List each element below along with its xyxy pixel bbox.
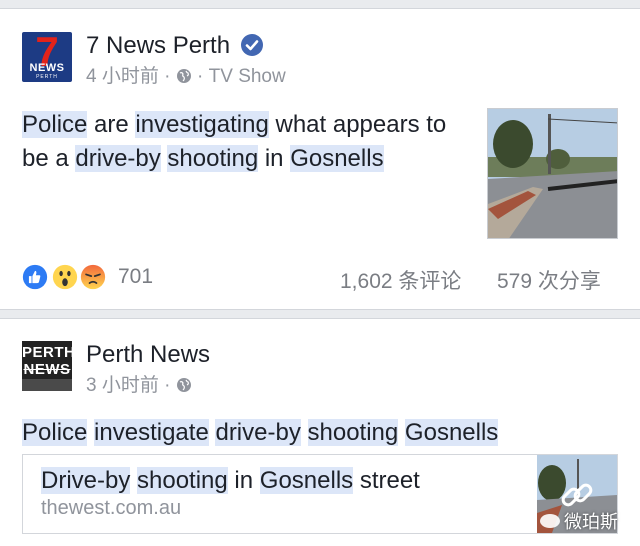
globe-icon xyxy=(176,378,191,392)
highlighted-word: drive-by xyxy=(215,419,301,446)
like-reaction-icon xyxy=(20,262,50,292)
watermark: 微珀斯 xyxy=(540,508,618,534)
logo-perth-text: PERTH xyxy=(22,344,72,361)
watermark-text: 微珀斯 xyxy=(564,512,618,532)
share-count[interactable]: 579 次分享 xyxy=(497,265,601,295)
highlighted-word: Drive-by xyxy=(41,467,131,494)
post-text-2: Police investigate drive-by shooting Gos… xyxy=(22,416,499,450)
text-span xyxy=(301,419,308,446)
post-meta-2: 3 小时前 · xyxy=(86,370,192,397)
street-photo xyxy=(488,109,617,238)
text-span: are xyxy=(87,111,136,138)
verified-badge-icon xyxy=(241,34,263,56)
wow-reaction-icon xyxy=(50,262,80,292)
highlighted-word: shooting xyxy=(137,467,228,494)
post-time[interactable]: 3 小时前 xyxy=(86,375,159,396)
post-time[interactable]: 4 小时前 xyxy=(86,66,159,87)
highlighted-word: Gosnells xyxy=(404,419,499,446)
page-avatar-perthnews[interactable]: PERTH NEWS xyxy=(22,341,72,391)
highlighted-word: Gosnells xyxy=(259,467,354,494)
highlighted-word: drive-by xyxy=(75,145,161,172)
highlighted-word: Gosnells xyxy=(290,145,384,172)
text-span: street xyxy=(353,467,420,494)
text-span: in xyxy=(258,145,291,172)
logo-news-text: NEWS xyxy=(29,62,65,74)
link-title[interactable]: Drive-by shooting in Gosnells street xyxy=(41,467,420,495)
meta-separator: · xyxy=(164,66,171,87)
highlighted-word: Police xyxy=(22,111,88,138)
post-text-1: Police are investigating what appears to… xyxy=(22,108,446,176)
logo-news-text: NEWS xyxy=(23,361,71,378)
link-domain: thewest.com.au xyxy=(41,497,182,519)
meta-separator: · xyxy=(164,375,171,396)
text-span: be a xyxy=(22,145,76,172)
angry-reaction-icon xyxy=(78,262,108,292)
post-meta-1: 4 小时前 · · TV Show xyxy=(86,61,286,88)
page-name-7news[interactable]: 7 News Perth xyxy=(86,32,230,60)
text-span: in xyxy=(227,467,260,494)
highlighted-word: shooting xyxy=(307,419,399,446)
globe-icon xyxy=(176,69,191,83)
highlighted-word: investigating xyxy=(135,111,269,138)
highlighted-word: shooting xyxy=(167,145,259,172)
post-category: · TV Show xyxy=(197,66,286,87)
wechat-icon xyxy=(540,514,560,528)
logo-city-text: PERTH xyxy=(36,74,58,80)
logo-skyline xyxy=(22,379,72,391)
page-avatar-7news[interactable]: 7 NEWS PERTH xyxy=(22,32,72,82)
highlighted-word: Police xyxy=(22,419,88,446)
highlighted-word: investigate xyxy=(94,419,209,446)
text-span xyxy=(398,419,405,446)
link-preview-card[interactable]: Drive-by shooting in Gosnells street the… xyxy=(22,454,618,534)
reaction-count[interactable]: 701 xyxy=(118,265,153,289)
text-span: what appears to xyxy=(268,111,447,138)
text-span xyxy=(130,467,137,494)
comment-count[interactable]: 1,602 条评论 xyxy=(340,265,461,295)
post-thumbnail-street[interactable] xyxy=(487,108,618,239)
page-name-perthnews[interactable]: Perth News xyxy=(86,341,210,369)
